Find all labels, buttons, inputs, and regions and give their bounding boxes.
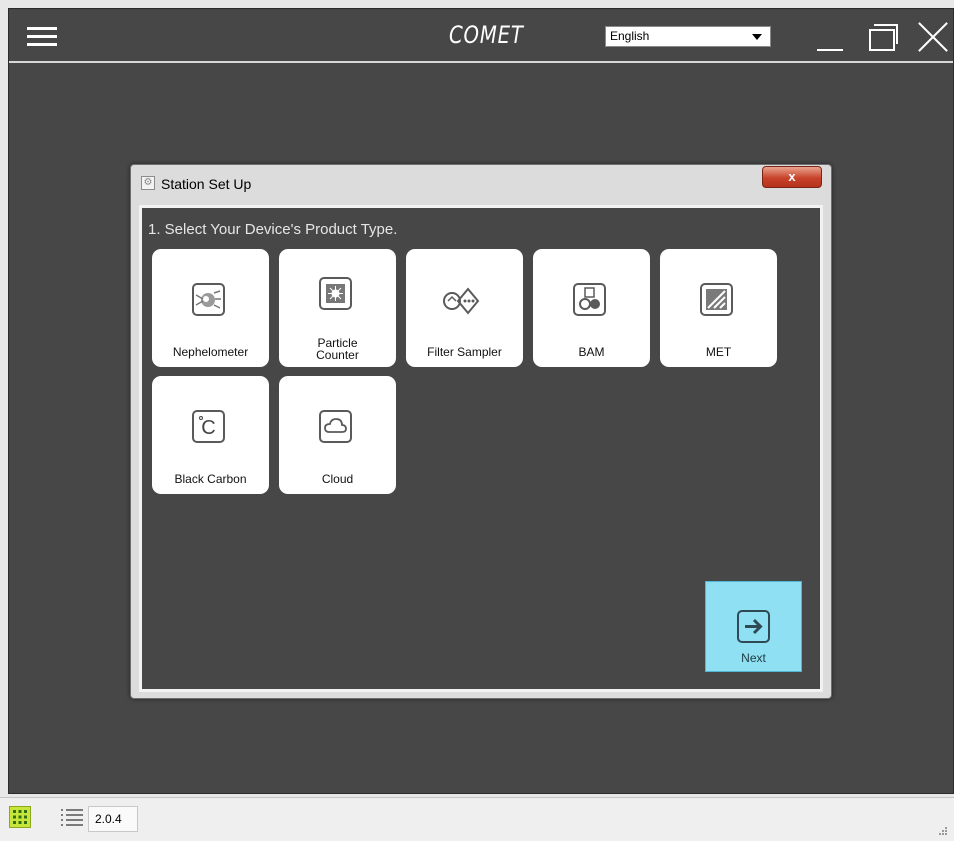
list-icon bbox=[61, 809, 83, 826]
cloud-icon bbox=[319, 410, 352, 443]
dialog-gear-icon: ⚙ bbox=[141, 176, 155, 190]
title-bar: COMET English bbox=[9, 9, 953, 63]
grid-view-button[interactable] bbox=[9, 806, 31, 828]
dialog-title: Station Set Up bbox=[161, 176, 252, 192]
tile-cloud[interactable]: Cloud bbox=[279, 376, 396, 494]
close-window-button[interactable] bbox=[915, 21, 947, 53]
chevron-down-icon bbox=[752, 34, 762, 40]
tile-particle-counter[interactable]: Particle Counter bbox=[279, 249, 396, 367]
tile-label: Filter Sampler bbox=[427, 345, 502, 359]
tile-label: Particle Counter bbox=[316, 336, 359, 362]
arrow-right-icon bbox=[737, 610, 770, 643]
app-window: COMET English ⚙ Station Set Up x 1. Sele… bbox=[8, 8, 954, 794]
tile-nephelometer[interactable]: Nephelometer bbox=[152, 249, 269, 367]
tile-filter-sampler[interactable]: Filter Sampler bbox=[406, 249, 523, 367]
next-label: Next bbox=[741, 651, 766, 665]
svg-text:C: C bbox=[201, 417, 215, 439]
menu-icon[interactable] bbox=[27, 27, 57, 46]
resize-grip-icon[interactable] bbox=[936, 823, 948, 835]
filter-sampler-icon bbox=[443, 283, 480, 316]
bam-icon bbox=[573, 283, 606, 316]
app-brand: COMET bbox=[449, 21, 524, 49]
next-button[interactable]: Next bbox=[705, 581, 802, 672]
particle-counter-icon bbox=[319, 277, 352, 310]
station-setup-dialog: ⚙ Station Set Up x 1. Select Your Device… bbox=[130, 164, 832, 699]
tile-label: Nephelometer bbox=[172, 345, 249, 359]
tile-bam[interactable]: BAM bbox=[533, 249, 650, 367]
tile-label: Black Carbon bbox=[174, 472, 247, 486]
tile-label: MET bbox=[705, 345, 732, 359]
black-carbon-icon: C bbox=[192, 410, 225, 443]
language-select[interactable]: English bbox=[605, 26, 771, 47]
status-bar: 2.0.4 bbox=[0, 797, 954, 841]
minimize-button[interactable] bbox=[815, 21, 847, 53]
list-view-button[interactable] bbox=[60, 807, 84, 827]
tile-label: Cloud bbox=[321, 472, 354, 486]
step-prompt: 1. Select Your Device's Product Type. bbox=[148, 221, 398, 238]
tile-black-carbon[interactable]: C Black Carbon bbox=[152, 376, 269, 494]
maximize-button[interactable] bbox=[865, 21, 898, 53]
dialog-close-button[interactable]: x bbox=[762, 166, 822, 188]
tile-label: BAM bbox=[578, 345, 605, 359]
tile-met[interactable]: MET bbox=[660, 249, 777, 367]
version-label: 2.0.4 bbox=[88, 806, 138, 832]
met-icon bbox=[700, 283, 733, 316]
grid-icon bbox=[13, 810, 27, 824]
language-select-value: English bbox=[610, 29, 650, 43]
nephelometer-icon bbox=[192, 283, 225, 316]
dialog-body: 1. Select Your Device's Product Type. Ne… bbox=[139, 205, 823, 692]
